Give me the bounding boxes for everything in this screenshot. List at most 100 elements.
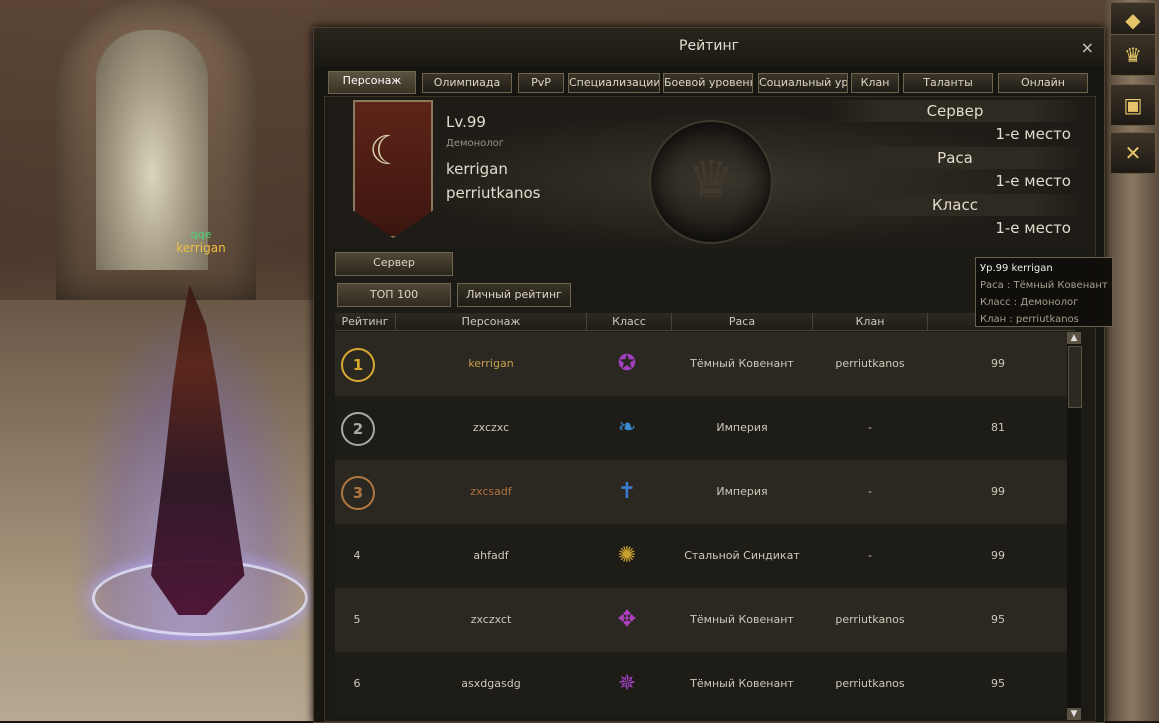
personal-rating-button[interactable]: Личный рейтинг <box>457 283 571 307</box>
character-name[interactable]: asxdgasdg <box>396 652 586 716</box>
crossed-axes-icon[interactable]: ✕ <box>1110 132 1156 174</box>
class-rank-label: Класс <box>827 194 1083 216</box>
rank-cell: 5 <box>335 588 379 652</box>
content-panel: ☾ Lv.99 Демонолог kerrigan perriutkanos … <box>324 96 1096 722</box>
laurel-rank-icon: 1 <box>341 348 375 382</box>
clan-cell: perriutkanos <box>835 677 905 690</box>
table-header: Рейтинг Персонаж Класс Раса Клан <box>335 313 1075 331</box>
shopping-bag-icon[interactable]: ▣ <box>1110 84 1156 126</box>
tab-clan[interactable]: Клан <box>851 73 899 93</box>
laurel-rank-icon: 3 <box>341 476 375 510</box>
header-clan[interactable]: Клан <box>813 313 928 330</box>
profile-clan: perriutkanos <box>446 184 541 202</box>
laurel-rank-icon: 2 <box>341 412 375 446</box>
rank-cell: 1 <box>335 332 379 396</box>
race-cell: Тёмный Ковенант <box>690 677 794 690</box>
header-character[interactable]: Персонаж <box>396 313 587 330</box>
tab-talents[interactable]: Таланты <box>903 73 993 93</box>
scroll-up-icon[interactable]: ▲ <box>1067 332 1081 344</box>
header-race[interactable]: Раса <box>672 313 813 330</box>
tab-olympiad[interactable]: Олимпиада <box>422 73 512 93</box>
dragon-icon: ❧ <box>617 415 637 440</box>
table-row[interactable]: 1 kerrigan ✪ Тёмный Ковенант perriutkanos 99 <box>335 332 1075 396</box>
level-cell: 99 <box>991 485 1005 498</box>
table-row[interactable]: 4 ahfadf ✺ Стальной Синдикат - 99 <box>335 524 1075 588</box>
winged-staff-icon: ✥ <box>617 607 637 632</box>
race-rank-label: Раса <box>827 147 1083 169</box>
level-cell: 95 <box>991 677 1005 690</box>
level-cell: 99 <box>991 357 1005 370</box>
tooltip-race: Раса : Тёмный Ковенант <box>980 280 1108 291</box>
clan-cell: perriutkanos <box>835 357 905 370</box>
window-titlebar[interactable]: Рейтинг × <box>314 28 1104 66</box>
table-row[interactable]: 5 zxczxct ✥ Тёмный Ковенант perriutkanos 95 <box>335 588 1075 652</box>
tab-online[interactable]: Онлайн <box>998 73 1088 93</box>
server-rank-label: Сервер <box>827 100 1083 122</box>
profile-class: Демонолог <box>446 138 505 149</box>
trophy-emblem-icon: ♛ <box>649 120 773 244</box>
character-name[interactable]: ahfadf <box>396 524 586 588</box>
nameplate-title: qqe <box>190 228 212 241</box>
sword-icon: ✝ <box>617 479 637 504</box>
level-cell: 99 <box>991 549 1005 562</box>
tab-pvp[interactable]: PvP <box>518 73 564 93</box>
tab-social-level[interactable]: Социальный ур. <box>758 73 848 93</box>
tab-combat-level[interactable]: Боевой уровень <box>663 73 753 93</box>
race-cell: Тёмный Ковенант <box>690 613 794 626</box>
server-rank: Сервер 1-е место <box>827 100 1083 146</box>
class-rank-value: 1-е место <box>995 219 1071 237</box>
ranking-table: 1 kerrigan ✪ Тёмный Ковенант perriutkanos 99 2… <box>335 332 1075 720</box>
rating-window: Рейтинг × Персонаж Олимпиада PvP Специал… <box>313 27 1105 723</box>
close-icon[interactable]: × <box>1081 30 1094 66</box>
clan-cell: - <box>868 421 872 434</box>
character-name[interactable]: zxcsadf <box>396 460 586 524</box>
rank-cell: 4 <box>335 524 379 588</box>
table-row[interactable]: 6 asxdgasdg ✵ Тёмный Ковенант perriutkanos 95 <box>335 652 1075 716</box>
table-row[interactable]: 2 zxczxc ❧ Империя - 81 <box>335 396 1075 460</box>
rank-number: 5 <box>353 613 361 626</box>
header-class[interactable]: Класс <box>587 313 672 330</box>
character-nameplate[interactable]: qqe kerrigan <box>146 228 256 255</box>
race-cell: Империя <box>716 485 768 498</box>
demonologist-emblem-icon: ☾ <box>369 128 405 174</box>
tab-character[interactable]: Персонаж <box>328 71 416 94</box>
race-cell: Стальной Синдикат <box>684 549 800 562</box>
header-rating[interactable]: Рейтинг <box>335 313 396 330</box>
compass-icon[interactable]: ◆ <box>1110 2 1156 38</box>
scroll-thumb[interactable] <box>1068 346 1082 408</box>
rank-cell: 2 <box>335 396 379 460</box>
rank-number: 6 <box>353 677 361 690</box>
window-title: Рейтинг <box>679 38 739 54</box>
rank-cell: 6 <box>335 652 379 716</box>
profile-level: Lv.99 <box>446 113 486 131</box>
clan-cell: - <box>868 485 872 498</box>
top100-button[interactable]: ТОП 100 <box>337 283 451 307</box>
gear-icon: ✺ <box>617 543 637 568</box>
class-banner: ☾ <box>353 100 433 238</box>
profile-section: ☾ Lv.99 Демонолог kerrigan perriutkanos … <box>329 100 1089 248</box>
trophy-icon[interactable]: ♛ <box>1110 34 1156 76</box>
scroll-down-icon[interactable]: ▼ <box>1067 708 1081 720</box>
server-rank-value: 1-е место <box>995 125 1071 143</box>
profile-name: kerrigan <box>446 160 508 178</box>
pentagram-icon: ✪ <box>617 351 637 376</box>
tab-specializations[interactable]: Специализации <box>568 73 660 93</box>
race-cell: Тёмный Ковенант <box>690 357 794 370</box>
scrollbar[interactable]: ▲ ▼ <box>1067 332 1082 720</box>
character-name[interactable]: zxczxct <box>396 588 586 652</box>
clan-cell: - <box>868 549 872 562</box>
tooltip-clan: Клан : perriutkanos <box>980 314 1079 325</box>
race-cell: Империя <box>716 421 768 434</box>
tooltip-class: Класс : Демонолог <box>980 297 1079 308</box>
race-rank-value: 1-е место <box>995 172 1071 190</box>
race-rank: Раса 1-е место <box>827 147 1083 193</box>
spiked-icon: ✵ <box>617 671 637 696</box>
character-tooltip: Ур.99 kerrigan Раса : Тёмный Ковенант Кл… <box>975 257 1113 327</box>
rank-cell: 3 <box>335 460 379 524</box>
level-cell: 95 <box>991 613 1005 626</box>
rank-number: 4 <box>353 549 361 562</box>
character-name[interactable]: kerrigan <box>396 332 586 396</box>
table-row[interactable]: 3 zxcsadf ✝ Империя - 99 <box>335 460 1075 524</box>
tab-server[interactable]: Сервер <box>335 252 453 276</box>
character-name[interactable]: zxczxc <box>396 396 586 460</box>
